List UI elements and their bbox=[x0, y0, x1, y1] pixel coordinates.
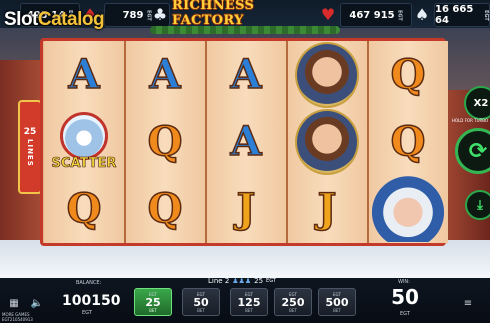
bet-button-3[interactable]: EGT 125 BET bbox=[230, 288, 268, 316]
snowglobe-icon bbox=[60, 112, 108, 160]
jackpot-4: 16 665 64 EGT bbox=[434, 3, 490, 27]
symbol-letter: Q bbox=[147, 184, 183, 232]
symbol-q: Q bbox=[125, 175, 205, 242]
symbol-a: A bbox=[125, 41, 205, 108]
symbol-q: Q bbox=[368, 41, 448, 108]
people-icon: ♟♟♟ bbox=[232, 277, 252, 285]
symbol-letter: A bbox=[230, 117, 263, 165]
symbol-letter: A bbox=[149, 50, 182, 98]
lady-portrait-icon bbox=[295, 108, 359, 175]
bet-button-1[interactable]: EGT 25 BET bbox=[134, 288, 172, 316]
reel-separator bbox=[205, 41, 207, 243]
reel-separator bbox=[286, 41, 288, 243]
symbol-letter: Q bbox=[147, 117, 183, 165]
club-icon: ♣ bbox=[152, 4, 168, 24]
bet-value: 500 bbox=[325, 295, 349, 309]
bet-label: BET bbox=[289, 307, 297, 313]
download-icon: ⤓ bbox=[477, 197, 483, 213]
balance-label: BALANCE: bbox=[76, 280, 102, 286]
symbol-letter: A bbox=[230, 50, 263, 98]
line-value: 25 bbox=[254, 277, 264, 285]
refresh-icon: ⟳ bbox=[468, 138, 488, 164]
symbol-scatter: SCATTER bbox=[44, 108, 124, 175]
symbol-a: A bbox=[206, 108, 286, 175]
multiplier-button[interactable]: X2 bbox=[464, 86, 490, 120]
symbol-a: A bbox=[206, 41, 286, 108]
menu-icon: ≡ bbox=[463, 297, 473, 309]
heart-icon: ♥ bbox=[320, 4, 336, 24]
line-label: Line 2 bbox=[208, 277, 230, 285]
reel-2: AQQ bbox=[125, 41, 205, 243]
watermark: SlotCatalog bbox=[4, 9, 105, 30]
symbol-letter: Q bbox=[390, 117, 426, 165]
symbol-a: A bbox=[44, 41, 124, 108]
bet-button-5[interactable]: EGT 500 BET bbox=[318, 288, 356, 316]
symbol-letter: Q bbox=[390, 50, 426, 98]
bet-label: BET bbox=[149, 307, 157, 313]
bet-label: BET bbox=[333, 307, 341, 313]
reel-4: J bbox=[287, 41, 367, 243]
line-currency: EGT bbox=[266, 278, 276, 284]
win-value: 50 bbox=[391, 285, 419, 309]
reels-area: A SCATTER Q A Q Q A A J J Q Q bbox=[40, 38, 448, 246]
game-id: EGT210540913 bbox=[2, 317, 33, 322]
symbol-elf bbox=[368, 175, 448, 242]
speaker-icon: 🔈 bbox=[30, 297, 44, 309]
lines-indicator: 25 LINES bbox=[18, 100, 42, 194]
grid-icon: ▦ bbox=[9, 297, 19, 309]
garland-decoration bbox=[150, 26, 340, 34]
jackpot-3: 467 915 EGT bbox=[340, 3, 412, 27]
bet-value: 250 bbox=[281, 295, 305, 309]
bet-value: 125 bbox=[237, 295, 261, 309]
symbol-j: J bbox=[287, 175, 367, 242]
symbol-j: J bbox=[206, 175, 286, 242]
symbol-letter: J bbox=[236, 184, 256, 232]
scatter-label: SCATTER bbox=[51, 156, 117, 172]
lines-label: LINES bbox=[26, 139, 34, 167]
bet-value: 50 bbox=[193, 295, 209, 309]
reel-separator bbox=[124, 41, 126, 243]
symbol-lady bbox=[287, 108, 367, 175]
symbol-lady bbox=[287, 41, 367, 108]
bet-label: BET bbox=[197, 307, 205, 313]
symbol-q: Q bbox=[44, 175, 124, 242]
balance-value: 100150 bbox=[62, 293, 121, 309]
balance-currency: EGT bbox=[82, 310, 92, 316]
symbol-q: Q bbox=[368, 108, 448, 175]
bet-value: 25 bbox=[145, 295, 161, 309]
line-info: Line 2 ♟♟♟ 25 EGT bbox=[208, 277, 276, 285]
bet-button-4[interactable]: EGT 250 BET bbox=[274, 288, 312, 316]
bet-button-2[interactable]: EGT 50 BET bbox=[182, 288, 220, 316]
symbol-letter: J bbox=[317, 184, 337, 232]
symbol-q: Q bbox=[125, 108, 205, 175]
sound-button[interactable]: 🔈 bbox=[28, 295, 46, 311]
spade-icon: ♠ bbox=[414, 4, 430, 24]
more-games-button[interactable]: ▦ bbox=[4, 295, 24, 311]
symbol-letter: A bbox=[68, 50, 101, 98]
bet-label: BET bbox=[245, 307, 253, 313]
game-title: RICHNESS FACTORY bbox=[172, 0, 255, 28]
win-currency: EGT bbox=[400, 311, 410, 317]
reel-5: QQ bbox=[368, 41, 448, 243]
symbol-letter: Q bbox=[66, 184, 102, 232]
reel-1: A SCATTER Q bbox=[44, 41, 124, 243]
menu-button[interactable]: ≡ bbox=[460, 296, 476, 310]
download-button[interactable]: ⤓ bbox=[465, 190, 490, 220]
elf-portrait-icon bbox=[372, 175, 444, 242]
reel-3: AAJ bbox=[206, 41, 286, 243]
reel-separator bbox=[367, 41, 369, 243]
lady-portrait-icon bbox=[295, 41, 359, 108]
lines-count: 25 bbox=[23, 127, 37, 138]
hold-for-turbo-label: HOLD FOR TURBO bbox=[451, 118, 489, 123]
